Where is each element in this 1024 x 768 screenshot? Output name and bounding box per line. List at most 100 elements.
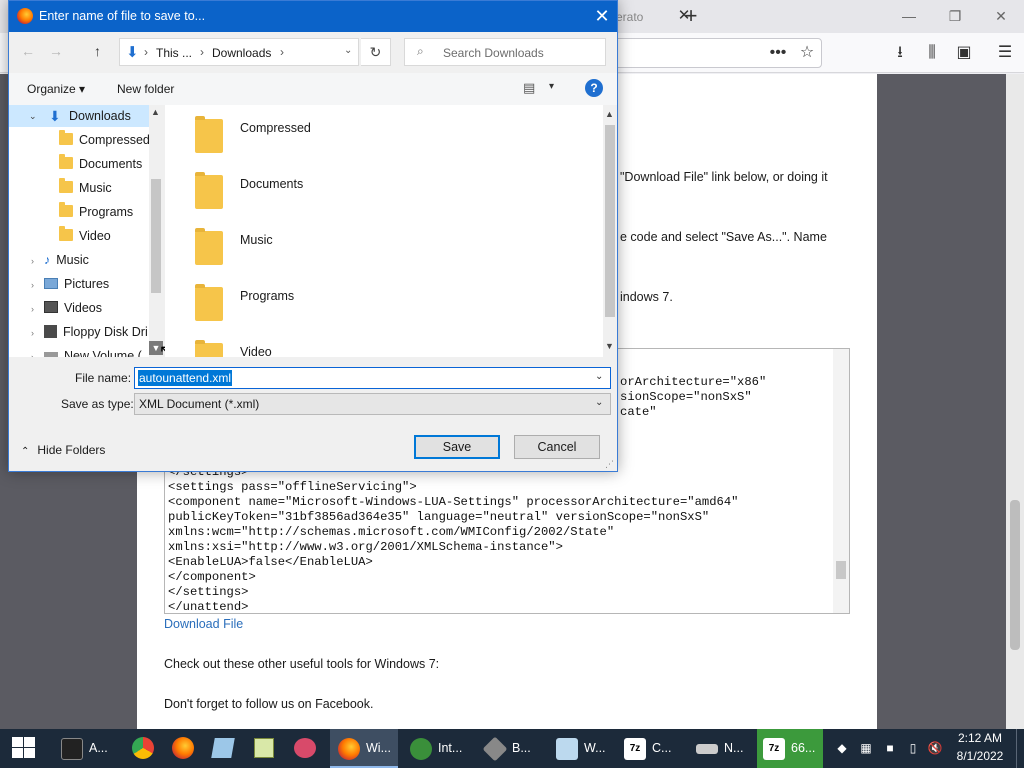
file-scrollbar[interactable]: ▲ ▼ [603, 105, 617, 357]
chevron-down-icon[interactable]: ⌄ [595, 371, 603, 382]
tree-item-documents[interactable]: Documents [59, 153, 142, 175]
clock-time[interactable]: 2:12 AM [954, 731, 1006, 745]
tree-item-video[interactable]: Video [59, 225, 111, 247]
minimize-icon[interactable]: — [894, 6, 924, 26]
breadcrumb-this-pc[interactable]: This ... [156, 46, 192, 60]
tray-network-icon[interactable]: ◆ [834, 739, 850, 757]
tree-item-label: Compressed [79, 133, 150, 147]
windows-start-icon[interactable] [12, 737, 36, 759]
breadcrumb-downloads[interactable]: Downloads [212, 46, 271, 60]
address-bar[interactable]: ⬇ › This ... › Downloads › ⌄ [119, 38, 359, 66]
tray-usb-icon[interactable]: ▯ [905, 739, 921, 757]
refresh-button[interactable]: ↻ [361, 38, 391, 66]
sidebar-icon[interactable]: ▣ [953, 42, 975, 64]
scroll-up-icon[interactable]: ▲ [605, 109, 614, 119]
clock-date[interactable]: 8/1/2022 [954, 749, 1006, 763]
folder-icon [59, 154, 73, 169]
tree-item-label: Music [79, 181, 112, 195]
view-dropdown-icon[interactable]: ▾ [549, 81, 554, 92]
file-item-documents[interactable]: Documents [240, 177, 303, 191]
chevron-down-icon[interactable]: ⌄ [595, 397, 603, 408]
url-bar[interactable] [612, 38, 822, 68]
download-file-link[interactable]: Download File [164, 617, 243, 631]
7zip-icon: 7z [763, 737, 785, 760]
tree-item-videos[interactable]: › Videos [31, 297, 102, 319]
tree-item-downloads[interactable]: ⌄ ⬇ Downloads [9, 105, 149, 127]
tray-color-icon[interactable]: ■ [882, 739, 898, 757]
save-button[interactable]: Save [414, 435, 500, 459]
bookmark-star-icon[interactable]: ☆ [796, 42, 818, 64]
tree-item-music[interactable]: › ♪ Music [31, 249, 89, 271]
new-folder-button[interactable]: New folder [117, 82, 174, 96]
tree-item-new-volume[interactable]: › New Volume ( [31, 345, 142, 357]
taskbar-item-7zip[interactable]: 7z C... [618, 729, 686, 768]
editor-icon[interactable] [254, 738, 274, 758]
taskbar-item-7zip-progress[interactable]: 7z 66... [757, 729, 823, 768]
page-actions-icon[interactable]: ••• [767, 42, 789, 64]
code-scrollbar[interactable] [833, 349, 849, 613]
file-name-field[interactable]: autounattend.xml ⌄ [134, 367, 611, 389]
new-tab-button[interactable]: + [680, 4, 702, 28]
cancel-button[interactable]: Cancel [514, 435, 600, 459]
nav-scrollbar[interactable]: ▲ ▼ [149, 105, 163, 357]
tree-item-music-folder[interactable]: Music [59, 177, 112, 199]
nav-scroll-thumb[interactable] [151, 179, 161, 293]
taskbar-label: A... [89, 741, 108, 755]
search-input[interactable]: ⌕ Search Downloads [404, 38, 606, 66]
page-scrollbar[interactable] [1006, 74, 1024, 730]
tree-item-pictures[interactable]: › Pictures [31, 273, 109, 295]
expand-chevron-icon[interactable]: › [31, 328, 34, 338]
forward-arrow-icon[interactable]: → [49, 43, 63, 59]
expand-chevron-icon[interactable]: › [31, 304, 34, 314]
expand-chevron-icon[interactable]: › [31, 280, 34, 290]
file-item-programs[interactable]: Programs [240, 289, 294, 303]
show-desktop-button[interactable] [1016, 729, 1024, 768]
taskbar-item-firefox[interactable]: Wi... [330, 729, 398, 768]
resize-grip-icon[interactable]: ⋰ [605, 459, 614, 470]
taskbar-label: B... [512, 741, 531, 755]
expand-chevron-icon[interactable]: › [31, 352, 34, 357]
scroll-down-icon[interactable]: ▼ [605, 341, 614, 351]
back-arrow-icon[interactable]: ← [21, 43, 35, 59]
hide-folders-toggle[interactable]: ⌃ Hide Folders [21, 443, 105, 457]
file-item-video[interactable]: Video [240, 345, 272, 357]
paint-icon[interactable] [294, 738, 316, 758]
chevron-down-icon[interactable]: ⌄ [344, 45, 352, 56]
library-icon[interactable]: ⫼ [921, 42, 943, 64]
tree-item-compressed[interactable]: Compressed [59, 129, 150, 151]
taskbar-item-b[interactable]: B... [476, 729, 542, 768]
taskbar-item-w[interactable]: W... [548, 729, 614, 768]
chrome-icon[interactable] [132, 737, 154, 759]
taskbar-label: W... [584, 741, 606, 755]
code-line: sionScope="nonSxS" [620, 390, 752, 404]
file-item-music[interactable]: Music [240, 233, 273, 247]
taskbar-item-terminal[interactable]: A... [52, 729, 122, 768]
window-close-icon[interactable]: ✕ [986, 6, 1016, 26]
code-scroll-thumb[interactable] [836, 561, 846, 579]
view-options-icon[interactable]: ▤ [523, 80, 535, 96]
notepad-icon[interactable] [211, 738, 235, 758]
restore-icon[interactable]: ❐ [940, 6, 970, 26]
firefox-icon[interactable] [172, 737, 194, 759]
browser-tab-title[interactable]: erato [616, 10, 643, 24]
downloads-icon[interactable]: ⭳ [889, 42, 911, 64]
expand-chevron-icon[interactable]: › [31, 256, 34, 266]
tree-item-floppy[interactable]: › Floppy Disk Dri [31, 321, 148, 343]
help-icon[interactable]: ? [585, 79, 603, 97]
page-scroll-thumb[interactable] [1010, 500, 1020, 650]
up-arrow-icon[interactable]: ↑ [94, 43, 101, 59]
taskbar-item-n[interactable]: N... [690, 729, 754, 768]
organize-menu[interactable]: Organize ▾ [27, 82, 85, 96]
file-scroll-thumb[interactable] [605, 125, 615, 317]
tree-item-programs[interactable]: Programs [59, 201, 133, 223]
volume-muted-icon[interactable]: 🔇 [927, 739, 943, 757]
expand-chevron-icon[interactable]: ⌄ [29, 105, 37, 127]
save-type-select[interactable]: XML Document (*.xml) ⌄ [134, 393, 611, 415]
tray-app-icon[interactable]: ▦ [858, 739, 874, 757]
code-line: <EnableLUA>false</EnableLUA> [168, 555, 373, 569]
file-item-compressed[interactable]: Compressed [240, 121, 311, 135]
taskbar-item-internet[interactable]: Int... [402, 729, 472, 768]
scroll-up-icon[interactable]: ▲ [151, 107, 160, 117]
menu-icon[interactable]: ☰ [994, 42, 1016, 64]
dialog-close-icon[interactable]: ✕ [591, 5, 613, 27]
